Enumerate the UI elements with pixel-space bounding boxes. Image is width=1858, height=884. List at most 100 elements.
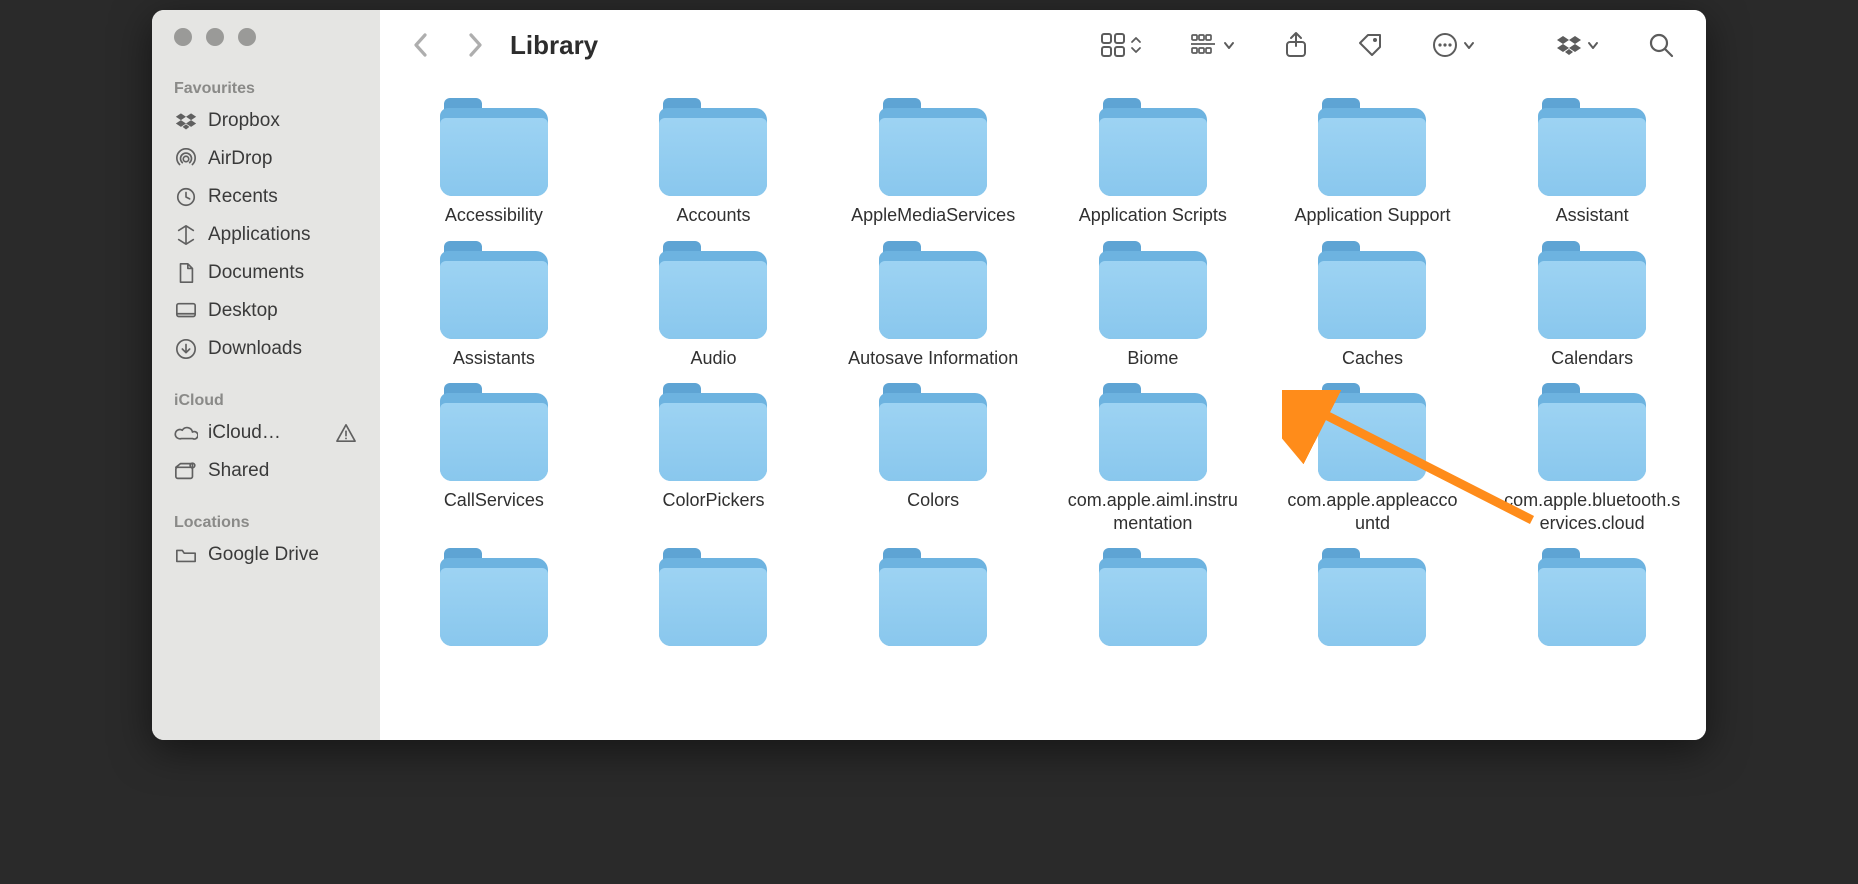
folder-label: Assistant	[1556, 204, 1629, 227]
sidebar-section-header: iCloud	[152, 386, 380, 414]
folder-label: ColorPickers	[662, 489, 764, 512]
folder-grid-scroll[interactable]: Accessibility Accounts AppleMediaServices A…	[380, 80, 1706, 740]
folder-icon	[440, 251, 548, 339]
folder-label: AppleMediaServices	[851, 204, 1015, 227]
sidebar-item-label: Dropbox	[208, 110, 280, 132]
dropbox-toolbar-button[interactable]	[1550, 29, 1606, 61]
sidebar-item-airdrop[interactable]: AirDrop	[152, 140, 380, 178]
doc-icon	[174, 261, 198, 285]
folder-item[interactable]	[392, 550, 596, 662]
folder-item[interactable]: com.apple.appleaccountd	[1271, 385, 1475, 542]
download-icon	[174, 337, 198, 361]
folder-icon	[879, 251, 987, 339]
sidebar-item-label: Desktop	[208, 300, 278, 322]
more-actions-button[interactable]	[1426, 29, 1482, 61]
sidebar-item-shared[interactable]: Shared	[152, 452, 380, 490]
search-button[interactable]	[1642, 29, 1680, 61]
folder-gen-icon	[174, 543, 198, 567]
apps-icon	[174, 223, 198, 247]
finder-window: Favourites Dropbox AirDrop Recents Applicati…	[152, 10, 1706, 740]
sidebar-item-recents[interactable]: Recents	[152, 178, 380, 216]
folder-icon	[659, 251, 767, 339]
close-button[interactable]	[174, 28, 192, 46]
nav-back-button[interactable]	[406, 30, 436, 60]
folder-icon	[1538, 558, 1646, 646]
folder-label: Accessibility	[445, 204, 543, 227]
folder-item[interactable]: ColorPickers	[612, 385, 816, 542]
folder-item[interactable]	[831, 550, 1035, 662]
folder-label: Audio	[690, 347, 736, 370]
folder-icon	[879, 108, 987, 196]
sidebar-item-icloud-[interactable]: iCloud…	[152, 414, 380, 452]
tag-button[interactable]	[1350, 29, 1390, 61]
content-area: Library	[380, 10, 1706, 740]
folder-item[interactable]: Assistants	[392, 243, 596, 378]
toolbar: Library	[380, 10, 1706, 80]
sidebar-item-desktop[interactable]: Desktop	[152, 292, 380, 330]
folder-item[interactable]	[1271, 550, 1475, 662]
folder-item[interactable]: Application Scripts	[1051, 100, 1255, 235]
folder-item[interactable]	[612, 550, 816, 662]
nav-forward-button[interactable]	[460, 30, 490, 60]
sidebar-item-documents[interactable]: Documents	[152, 254, 380, 292]
folder-item[interactable]: AppleMediaServices	[831, 100, 1035, 235]
minimize-button[interactable]	[206, 28, 224, 46]
folder-item[interactable]: Application Support	[1271, 100, 1475, 235]
page-title: Library	[510, 30, 598, 61]
folder-item[interactable]: Autosave Information	[831, 243, 1035, 378]
folder-item[interactable]: Accessibility	[392, 100, 596, 235]
window-controls	[152, 28, 380, 46]
folder-item[interactable]: Calendars	[1490, 243, 1694, 378]
folder-item[interactable]: Biome	[1051, 243, 1255, 378]
dropbox-icon	[174, 109, 198, 133]
folder-item[interactable]: com.apple.bluetooth.services.cloud	[1490, 385, 1694, 542]
folder-label: CallServices	[444, 489, 544, 512]
share-button[interactable]	[1278, 29, 1314, 61]
folder-icon	[879, 558, 987, 646]
folder-item[interactable]: CallServices	[392, 385, 596, 542]
desktop-icon	[174, 299, 198, 323]
warning-icon	[334, 421, 358, 445]
sidebar-item-dropbox[interactable]: Dropbox	[152, 102, 380, 140]
sidebar-section-header: Locations	[152, 508, 380, 536]
zoom-button[interactable]	[238, 28, 256, 46]
folder-label: Calendars	[1551, 347, 1633, 370]
group-by-button[interactable]	[1184, 29, 1242, 61]
sidebar-item-label: Shared	[208, 460, 269, 482]
cloud-icon	[174, 421, 198, 445]
view-icons-button[interactable]	[1094, 29, 1148, 61]
folder-icon	[659, 108, 767, 196]
folder-icon	[440, 108, 548, 196]
folder-icon	[440, 393, 548, 481]
folder-item[interactable]	[1490, 550, 1694, 662]
folder-icon	[1538, 393, 1646, 481]
folder-item[interactable]	[1051, 550, 1255, 662]
folder-icon	[879, 393, 987, 481]
folder-icon	[659, 558, 767, 646]
folder-item[interactable]: Accounts	[612, 100, 816, 235]
folder-icon	[1318, 393, 1426, 481]
folder-icon	[1099, 558, 1207, 646]
folder-icon	[1538, 108, 1646, 196]
sidebar-item-google-drive[interactable]: Google Drive	[152, 536, 380, 574]
sidebar-item-label: Recents	[208, 186, 278, 208]
folder-label: Colors	[907, 489, 959, 512]
sidebar-item-label: Downloads	[208, 338, 302, 360]
sidebar-item-label: iCloud…	[208, 422, 281, 444]
clock-icon	[174, 185, 198, 209]
folder-item[interactable]: Caches	[1271, 243, 1475, 378]
sidebar-item-downloads[interactable]: Downloads	[152, 330, 380, 368]
folder-item[interactable]: Audio	[612, 243, 816, 378]
folder-label: Caches	[1342, 347, 1403, 370]
sidebar-item-applications[interactable]: Applications	[152, 216, 380, 254]
shared-icon	[174, 459, 198, 483]
folder-item[interactable]: com.apple.aiml.instrumentation	[1051, 385, 1255, 542]
folder-item[interactable]: Assistant	[1490, 100, 1694, 235]
folder-icon	[440, 558, 548, 646]
folder-grid: Accessibility Accounts AppleMediaServices A…	[392, 100, 1694, 662]
folder-label: Application Scripts	[1079, 204, 1227, 227]
folder-icon	[1538, 251, 1646, 339]
sidebar-item-label: AirDrop	[208, 148, 272, 170]
folder-item[interactable]: Colors	[831, 385, 1035, 542]
sidebar-section-header: Favourites	[152, 74, 380, 102]
